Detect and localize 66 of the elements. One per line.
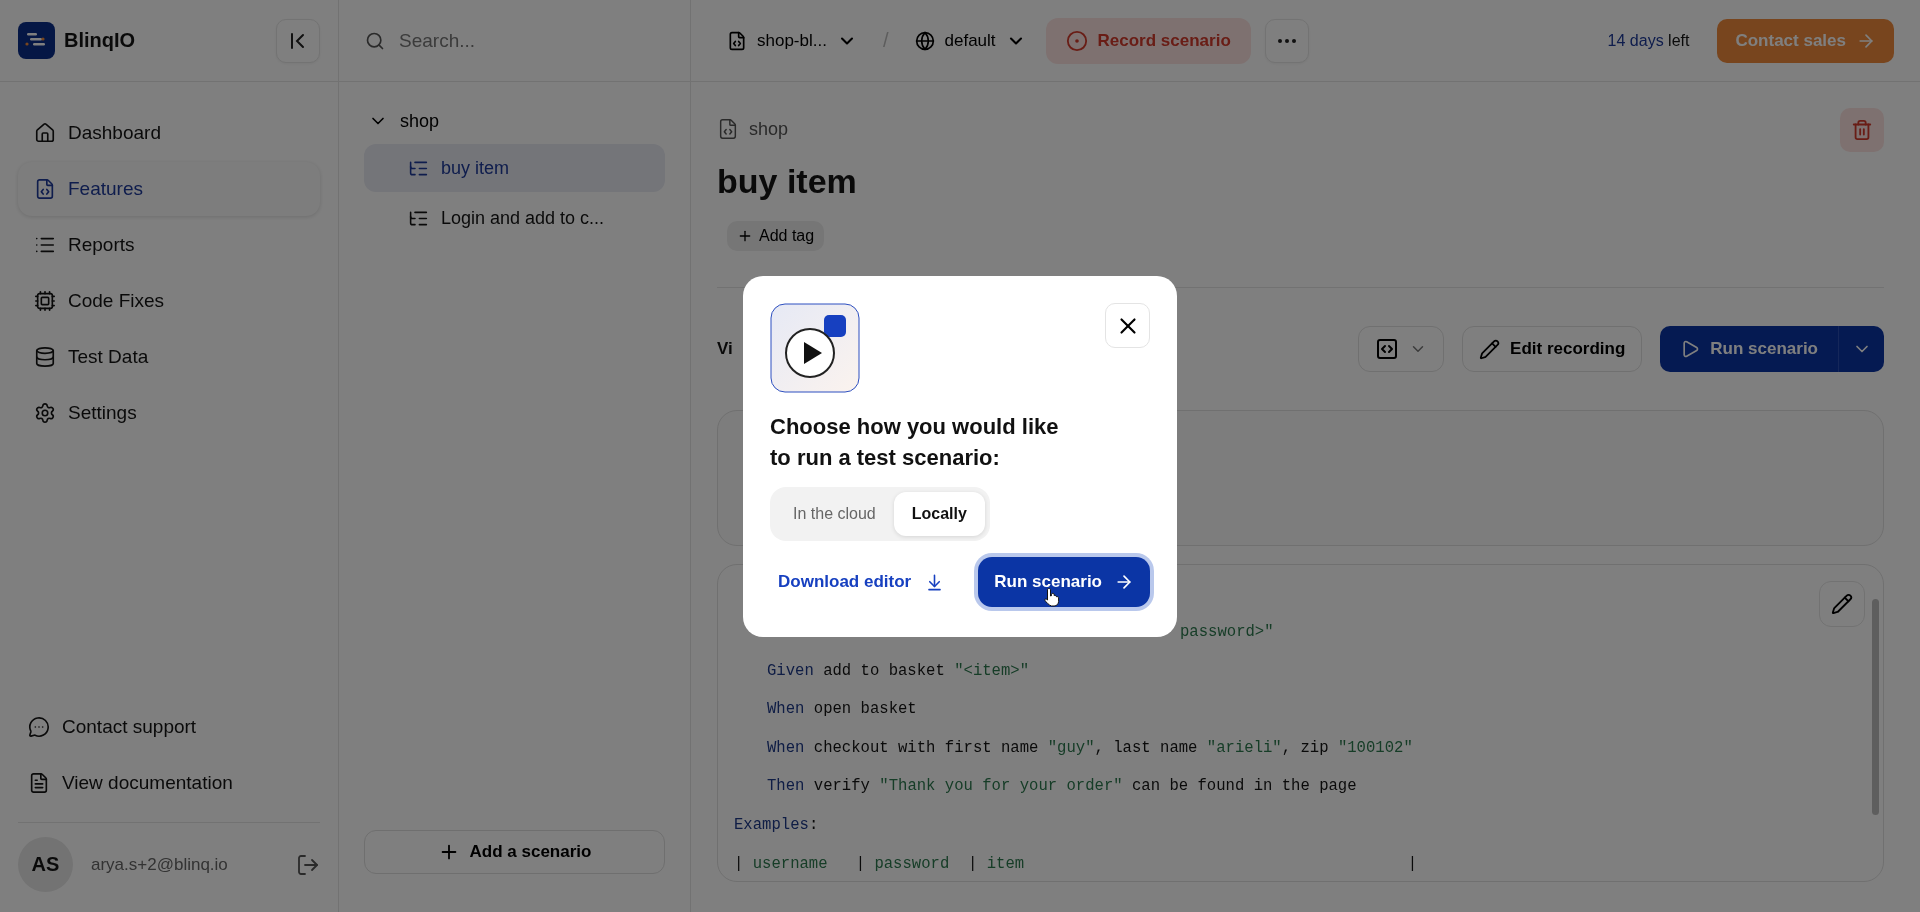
- folder-item[interactable]: shop: [364, 100, 665, 142]
- code-menu-button[interactable]: [1358, 326, 1445, 372]
- record-scenario-button[interactable]: Record scenario: [1045, 17, 1251, 64]
- pencil-icon: [1479, 338, 1501, 360]
- add-tag-button[interactable]: Add tag: [727, 221, 825, 251]
- brand-logo-icon: [18, 22, 55, 59]
- collapse-sidebar-button[interactable]: [276, 18, 320, 63]
- plus-icon: [737, 228, 753, 244]
- nav-item[interactable]: Features: [18, 162, 320, 216]
- breadcrumb[interactable]: shop: [749, 118, 789, 140]
- play-icon: [1680, 339, 1701, 359]
- code-line: Then verify "Thank you for your order" can be found in the page: [766, 776, 1358, 798]
- path-separator: /: [881, 29, 890, 52]
- scrollbar[interactable]: [1872, 599, 1879, 815]
- run-mode-tab[interactable]: In the cloud: [775, 492, 894, 536]
- database-icon: [34, 346, 56, 368]
- scenario-item[interactable]: buy item: [364, 144, 665, 192]
- code-line: | username | password | item |: [734, 853, 1419, 875]
- code-file-icon: [34, 178, 56, 200]
- logout-icon: [296, 852, 320, 877]
- add-scenario-button[interactable]: Add a scenario: [364, 830, 665, 874]
- footer-link[interactable]: Contact support: [18, 700, 320, 754]
- house-icon: [34, 122, 56, 144]
- chat-bubble-icon: [28, 716, 50, 738]
- more-icon: [1277, 38, 1296, 43]
- delete-button[interactable]: [1840, 108, 1884, 152]
- chip-icon: [34, 290, 56, 312]
- code-line: Given add to basket "<item>": [766, 660, 1031, 682]
- scenario-item[interactable]: Login and add to c...: [364, 194, 665, 242]
- user-email: arya.s+2@blinq.io: [91, 854, 229, 875]
- record-icon: [1065, 29, 1088, 52]
- trial-notice: 14 days left: [1607, 31, 1690, 50]
- logout-button[interactable]: [296, 852, 320, 877]
- page-title: buy item: [717, 162, 857, 201]
- nav-item[interactable]: Dashboard: [18, 106, 320, 160]
- nav-item[interactable]: Test Data: [18, 330, 320, 384]
- globe-icon: [914, 30, 935, 51]
- footer-link[interactable]: View documentation: [18, 756, 320, 810]
- code-line: Examples:: [734, 814, 820, 836]
- code-line: password>": [1179, 622, 1275, 643]
- nav-item[interactable]: Code Fixes: [18, 274, 320, 328]
- nav-item[interactable]: Reports: [18, 218, 320, 272]
- edit-recording-button[interactable]: Edit recording: [1462, 326, 1643, 372]
- play-app-icon: [770, 303, 860, 393]
- environment-picker[interactable]: default: [908, 30, 1032, 51]
- code-file-icon: [717, 118, 739, 140]
- trash-icon: [1851, 119, 1873, 141]
- code-file-icon: [727, 30, 747, 51]
- brand-name: BlinqIO: [64, 29, 136, 52]
- hand-cursor-icon: [1044, 587, 1061, 607]
- download-editor-link[interactable]: Download editor: [770, 572, 945, 592]
- project-picker[interactable]: shop-bl...: [721, 30, 863, 51]
- code-line: When checkout with first name "guy", last name "arieli", zip "100102": [766, 737, 1414, 759]
- nav-item[interactable]: Settings: [18, 386, 320, 440]
- close-button[interactable]: [1105, 303, 1150, 348]
- code-line: When open basket: [766, 699, 918, 721]
- settings-icon: [34, 402, 56, 424]
- code-icon: [1375, 337, 1400, 361]
- user-avatar: AS: [18, 837, 73, 892]
- dialog-heading: Choose how you would like to run a test scenario:: [770, 413, 1060, 472]
- search-icon: [365, 30, 385, 51]
- edit-code-button[interactable]: [1819, 581, 1865, 627]
- run-mode-tab[interactable]: Locally: [893, 492, 985, 536]
- view-label: Vi: [717, 339, 733, 359]
- document-icon: [28, 772, 50, 794]
- pencil-icon: [1831, 593, 1853, 615]
